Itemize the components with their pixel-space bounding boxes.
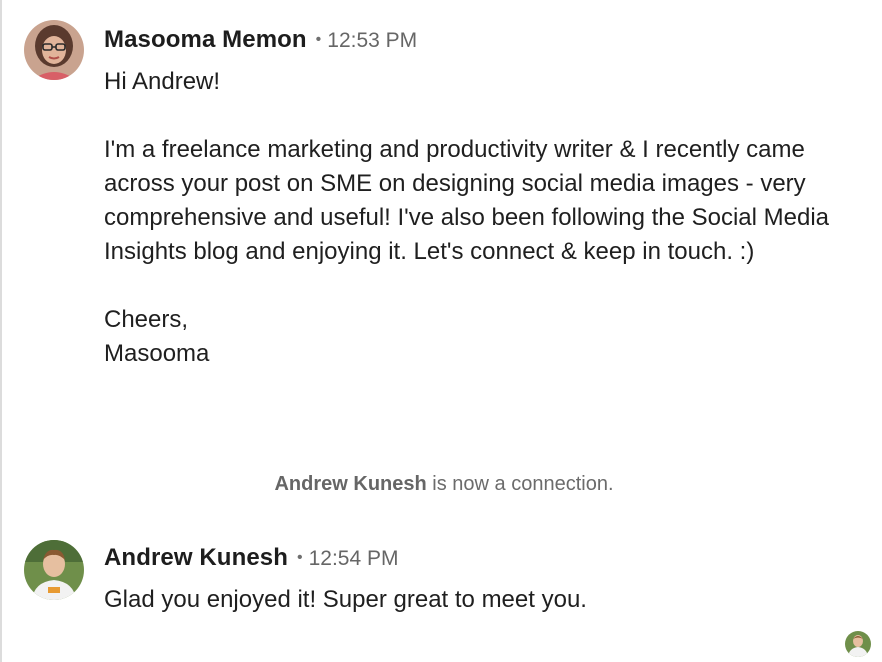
andrew-avatar[interactable] [24,540,84,600]
connection-name[interactable]: Andrew Kunesh [274,473,426,495]
message-header: Andrew Kunesh • 12:54 PM [104,546,398,570]
timestamp: 12:53 PM [327,29,418,52]
read-receipt-avatar [845,631,871,657]
separator-dot: • [315,31,322,48]
message-body: Glad you enjoyed it! Super great to meet… [104,586,587,613]
read-receipt-icon [845,631,871,657]
message-body: Hi Andrew! I'm a freelance marketing and… [104,68,830,367]
separator-dot: • [296,549,303,566]
connection-text: is now a connection. [426,473,614,495]
connection-notice: Andrew Kunesh is now a connection. [2,473,882,496]
sender-name[interactable]: Masooma Memon [104,26,307,53]
profile-photo-icon [24,20,84,80]
timestamp: 12:54 PM [308,547,399,570]
message-header: Masooma Memon • 12:53 PM [104,28,417,52]
masooma-avatar[interactable] [24,20,84,80]
conversation-thread: Masooma Memon • 12:53 PM Hi Andrew! I'm a … [0,0,882,662]
sender-name[interactable]: Andrew Kunesh [104,544,288,571]
profile-photo-icon [24,540,84,600]
